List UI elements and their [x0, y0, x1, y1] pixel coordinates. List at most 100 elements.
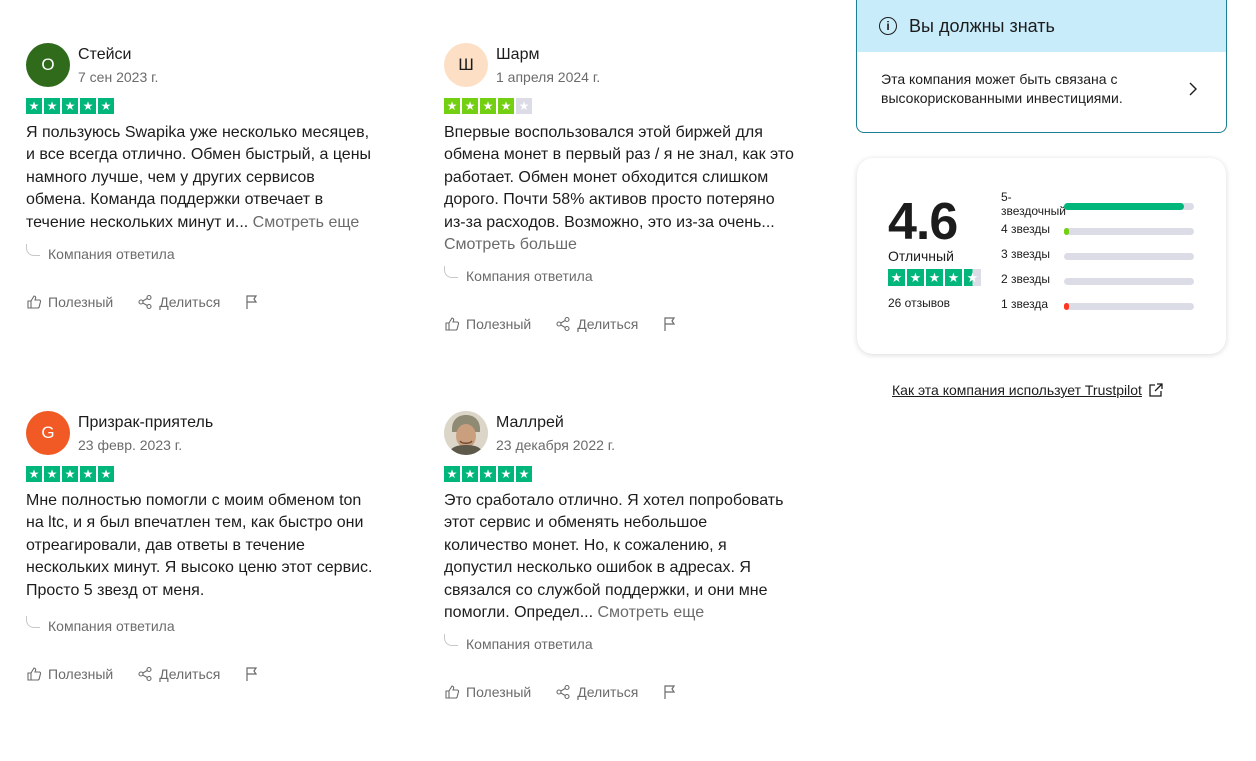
avatar[interactable] [444, 411, 488, 455]
thumbs-up-icon [27, 295, 42, 309]
share-icon [138, 666, 152, 682]
external-link-icon [1149, 383, 1163, 397]
star-icon: ★ [80, 98, 96, 114]
company-replied[interactable]: Компания ответила [444, 266, 794, 286]
rating-bar-label: 3 звезды [1001, 247, 1051, 261]
star-icon: ★ [444, 466, 460, 482]
see-more-link[interactable]: Смотреть больше [444, 236, 577, 253]
avatar[interactable]: Ш [444, 43, 488, 87]
reviewer-name[interactable]: Стейси [78, 45, 158, 65]
star-icon: ★ [907, 269, 924, 286]
avatar[interactable]: О [26, 43, 70, 87]
share-icon [556, 317, 570, 332]
review-card: G Призрак-приятель 23 февр. 2023 г. ★ ★ ★ ★… [26, 410, 376, 684]
star-icon: ★ [462, 466, 478, 482]
rating-bar-track [1064, 278, 1194, 285]
flag-icon [664, 685, 676, 700]
reviewer-name[interactable]: Шарм [496, 45, 600, 65]
company-replied[interactable]: Компания ответила [26, 616, 376, 636]
report-button[interactable] [662, 684, 684, 700]
flag-icon [664, 317, 676, 332]
rating-bar-track [1064, 203, 1194, 210]
see-more-link[interactable]: Смотреть еще [253, 214, 360, 231]
reply-icon [444, 634, 458, 647]
report-button[interactable] [244, 666, 266, 682]
summary-star-rating: ★ ★ ★ ★ ★ [888, 269, 981, 286]
star-icon: ★ [462, 98, 478, 114]
thumbs-up-icon [445, 685, 460, 699]
see-more-link[interactable]: Смотреть еще [598, 604, 705, 621]
flag-icon [246, 667, 258, 682]
avatar[interactable]: G [26, 411, 70, 455]
review-date: 1 апреля 2024 г. [496, 69, 601, 85]
review-text: Впервые воспользовался этой биржей для о… [444, 124, 794, 254]
helpful-button[interactable]: Полезный [444, 684, 531, 700]
rating-bar-label: 5-звездочный [1001, 190, 1067, 218]
star-icon: ★ [26, 466, 42, 482]
rating-bar-label: 4 звезды [1001, 222, 1051, 236]
star-icon: ★ [62, 98, 78, 114]
review-count[interactable]: 26 отзывов [888, 296, 950, 310]
share-button[interactable]: Делиться [137, 294, 220, 310]
star-icon: ★ [80, 466, 96, 482]
star-icon: ★ [516, 98, 532, 114]
notice-text: Эта компания может быть связана с высоко… [881, 71, 1123, 106]
rating-bar-label: 2 звезды [1001, 272, 1051, 286]
star-icon: ★ [480, 466, 496, 482]
reply-icon [444, 266, 458, 279]
report-button[interactable] [662, 316, 684, 332]
rating-bar-track [1064, 253, 1194, 260]
company-replied[interactable]: Компания ответила [26, 244, 376, 264]
star-icon: ★ [516, 466, 532, 482]
rating-bar-fill [1064, 203, 1184, 210]
rating-bar-track [1064, 228, 1194, 235]
trustpilot-info-link[interactable]: Как эта компания использует Trustpilot [892, 382, 1164, 398]
star-icon: ★ [98, 98, 114, 114]
info-icon: i [879, 17, 897, 35]
reviewer-name[interactable]: Призрак-приятель [78, 413, 213, 433]
star-icon: ★ [945, 269, 962, 286]
star-icon: ★ [62, 466, 78, 482]
star-rating: ★ ★ ★ ★ ★ [444, 98, 794, 114]
star-icon: ★ [498, 98, 514, 114]
star-icon: ★ [98, 466, 114, 482]
review-card: О Стейси 7 сен 2023 г. ★ ★ ★ ★ ★ Я пользуюсь… [26, 42, 376, 312]
star-rating: ★ ★ ★ ★ ★ [26, 466, 376, 482]
company-replied[interactable]: Компания ответила [444, 634, 794, 654]
review-date: 23 февр. 2023 г. [78, 437, 183, 453]
review-date: 7 сен 2023 г. [78, 69, 159, 85]
star-icon: ★ [444, 98, 460, 114]
star-rating: ★ ★ ★ ★ ★ [26, 98, 376, 114]
info-notice[interactable]: i Вы должны знать Эта компания может быт… [856, 0, 1227, 133]
star-icon: ★ [964, 269, 981, 286]
share-button[interactable]: Делиться [555, 684, 638, 700]
helpful-button[interactable]: Полезный [26, 666, 113, 682]
reply-icon [26, 244, 40, 257]
star-icon: ★ [26, 98, 42, 114]
share-button[interactable]: Делиться [137, 666, 220, 682]
review-text: Я пользуюсь Swapika уже несколько месяце… [26, 124, 372, 231]
reviewer-name[interactable]: Маллрей [496, 413, 615, 433]
share-button[interactable]: Делиться [555, 316, 638, 332]
helpful-button[interactable]: Полезный [444, 316, 531, 332]
rating-bar-track [1064, 303, 1194, 310]
user-photo-icon [444, 411, 488, 455]
star-icon: ★ [44, 98, 60, 114]
review-card: Ш Шарм 1 апреля 2024 г. ★ ★ ★ ★ ★ Впервые во… [444, 42, 794, 334]
rating-bar-fill [1064, 303, 1070, 310]
trust-score: 4.6 [888, 193, 958, 251]
star-icon: ★ [44, 466, 60, 482]
rating-bar-fill [1064, 228, 1070, 235]
helpful-button[interactable]: Полезный [26, 294, 113, 310]
star-icon: ★ [498, 466, 514, 482]
thumbs-up-icon [27, 667, 42, 681]
share-icon [556, 685, 570, 700]
report-button[interactable] [244, 294, 266, 310]
review-text: Мне полностью помогли с моим обменом ton… [26, 492, 373, 599]
share-icon [138, 294, 152, 310]
star-rating: ★ ★ ★ ★ ★ [444, 466, 794, 482]
review-text: Это сработало отлично. Я хотел попробова… [444, 492, 784, 622]
chevron-right-icon[interactable] [1188, 81, 1198, 97]
review-date: 23 декабря 2022 г. [496, 437, 616, 453]
rating-bar-label: 1 звезда [1001, 297, 1049, 311]
